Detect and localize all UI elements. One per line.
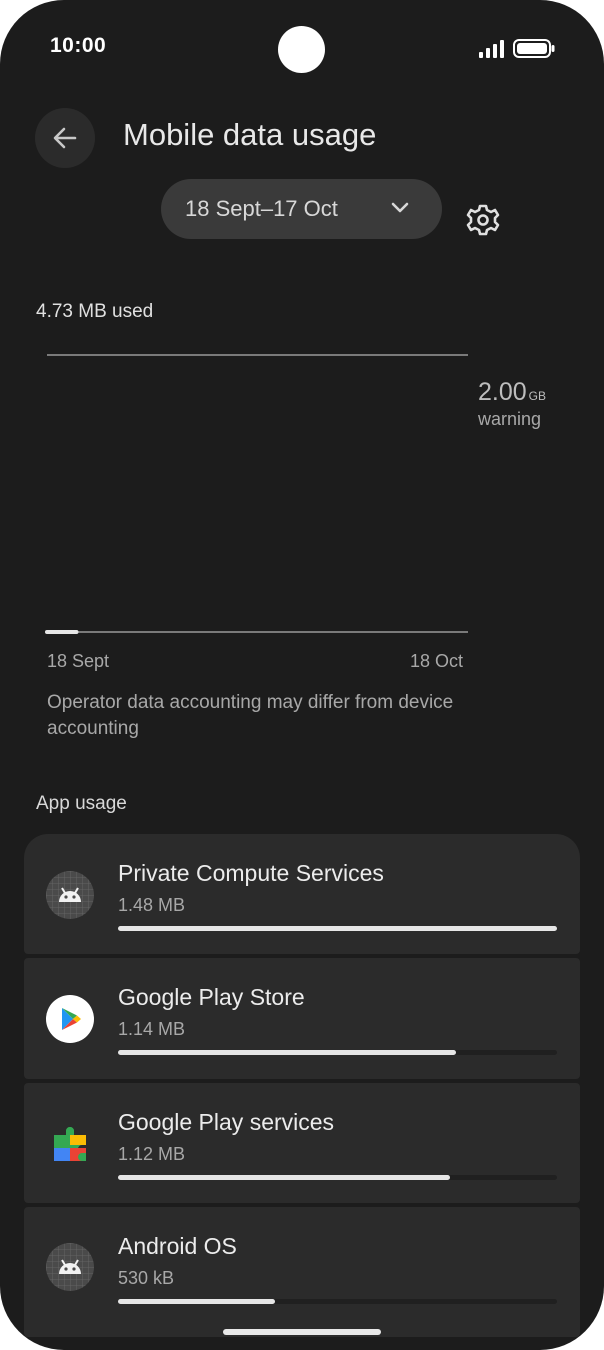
arrow-back-icon	[53, 127, 77, 149]
usage-bar	[118, 1050, 557, 1055]
home-indicator[interactable]	[223, 1329, 381, 1335]
gear-icon[interactable]	[466, 203, 500, 237]
app-usage-heading: App usage	[36, 793, 127, 814]
chevron-down-icon	[391, 202, 409, 213]
phone-screen: 10:00 Mobile data usage 18 Sept–17 Oct 4…	[0, 0, 604, 1350]
status-time: 10:00	[50, 34, 107, 57]
page-title: Mobile data usage	[123, 117, 377, 152]
app-name: Google Play services	[118, 1109, 335, 1135]
app-name: Google Play Store	[118, 984, 305, 1010]
data-used-label: 4.73 MB used	[36, 301, 154, 322]
list-item[interactable]: Android OS 530 kB	[24, 1207, 580, 1337]
accounting-note: Operator data accounting may differ from…	[47, 692, 454, 739]
app-name: Private Compute Services	[118, 860, 384, 886]
usage-bar-fill	[118, 1299, 276, 1304]
cycle-label: 18 Sept–17 Oct	[185, 196, 338, 221]
cycle-start-date: 18 Sept	[47, 651, 110, 671]
status-bar: 10:00	[0, 0, 604, 100]
usage-bar	[118, 1299, 557, 1304]
cycle-dropdown[interactable]: 18 Sept–17 Oct	[161, 179, 442, 239]
cycle-end-date: 18 Oct	[410, 651, 464, 671]
list-item[interactable]: Private Compute Services 1.48 MB	[24, 834, 580, 954]
android-icon	[46, 871, 94, 919]
usage-bar-fill	[118, 1175, 451, 1180]
usage-bar-fill	[118, 926, 557, 931]
app-size: 1.14 MB	[118, 1019, 186, 1039]
warning-unit: GB	[528, 389, 547, 403]
android-icon	[46, 1243, 94, 1291]
warning-label: warning	[478, 409, 542, 429]
camera-cutout	[278, 26, 325, 73]
back-button[interactable]	[35, 108, 95, 168]
battery-icon	[513, 39, 555, 58]
app-size: 530 kB	[118, 1268, 175, 1288]
usage-bar-fill	[118, 1050, 457, 1055]
warning-value: 2.00 GB	[478, 378, 547, 406]
app-size: 1.12 MB	[118, 1144, 186, 1164]
list-item[interactable]: Google Play Store 1.14 MB	[24, 958, 580, 1079]
list-item[interactable]: Google Play services 1.12 MB	[24, 1083, 580, 1203]
signal-icon	[479, 40, 504, 58]
play-store-icon	[46, 995, 94, 1043]
usage-bar	[118, 1175, 557, 1180]
app-size: 1.48 MB	[118, 895, 186, 915]
app-name: Android OS	[118, 1233, 237, 1259]
usage-bar	[118, 926, 557, 931]
play-services-icon	[54, 1127, 86, 1161]
